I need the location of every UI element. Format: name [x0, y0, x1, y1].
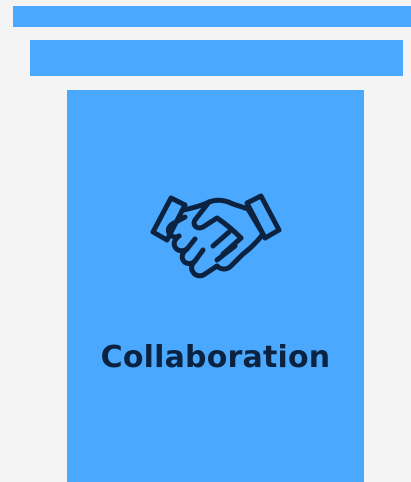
handshake-icon: [150, 193, 282, 279]
card-title: Collaboration: [100, 340, 331, 375]
collaboration-card[interactable]: Collaboration: [67, 90, 364, 482]
top-banner-bar: [13, 6, 411, 27]
secondary-banner-bar: [30, 40, 403, 76]
